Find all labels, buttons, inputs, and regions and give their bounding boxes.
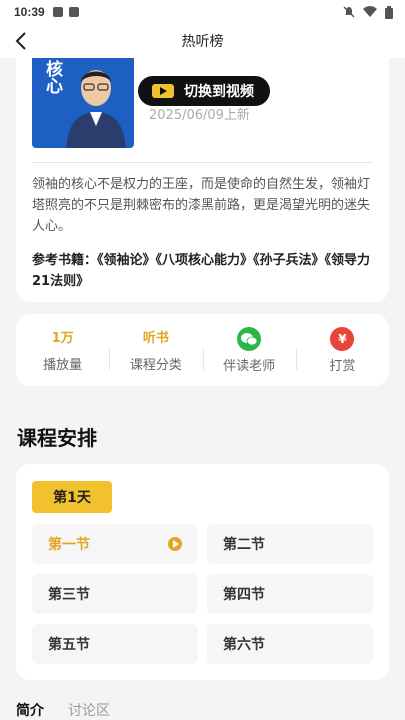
tab-intro[interactable]: 简介 [16,700,44,720]
video-icon [152,84,174,98]
lesson-4[interactable]: 第四节 [207,574,373,614]
status-time: 10:39 [14,5,45,19]
chevron-left-icon [15,32,26,50]
reference-books: 参考书籍：《领袖论》《八项核心能力》《孙子兵法》《领导力21法则》 [32,253,371,289]
release-date: 2025/06/09上新 [149,108,250,123]
lesson-label: 第二节 [223,537,265,553]
switch-to-video-label: 切换到视频 [184,84,254,100]
status-bar: 10:39 [0,0,405,24]
app-notification-icon [68,7,79,17]
lesson-6[interactable]: 第六节 [207,624,373,664]
lesson-label: 第五节 [48,637,90,653]
nav-bar: 热听榜 [0,24,405,58]
tab-discussion[interactable]: 讨论区 [68,700,110,720]
course-description: 领袖的核心不是权力的王座，而是使命的自然生发，领袖灯塔照亮的不只是荆棘密布的漆黑… [32,177,371,234]
play-icon [168,537,182,551]
divider [32,162,373,163]
stat-reward[interactable]: ¥ 打赏 [295,314,389,386]
lesson-label: 第四节 [223,587,265,603]
battery-icon [385,5,393,19]
play-count-value: 1万 [51,330,74,346]
presenter-photo [66,70,126,148]
lesson-label: 第一节 [48,537,90,553]
course-info-card: 核心 切换到视频 2025/06/09上新 领袖的核心不是权力的王座，而是使命的… [16,58,389,302]
reward-label: 打赏 [329,358,356,374]
stat-category[interactable]: 听书 课程分类 [109,314,202,386]
lesson-label: 第三节 [48,587,90,603]
lesson-label: 第六节 [223,637,265,653]
course-cover-image[interactable]: 核心 [32,58,134,148]
day-tab[interactable]: 第1天 [32,481,112,513]
page-title: 热听榜 [181,34,224,50]
mute-icon [343,6,355,18]
lesson-1[interactable]: 第一节 [32,524,198,564]
lesson-5[interactable]: 第五节 [32,624,198,664]
lesson-3[interactable]: 第三节 [32,574,198,614]
switch-to-video-button[interactable]: 切换到视频 [138,76,270,106]
schedule-card: 第1天 第一节 第二节 第三节 第四节 第五节 第六节 [16,464,389,680]
wechat-icon [237,326,262,351]
schedule-heading: 课程安排 [17,426,97,450]
category-value: 听书 [142,330,169,346]
content-tabs: 简介 讨论区 [16,700,110,720]
category-label: 课程分类 [129,357,182,373]
money-bag-icon: ¥ [330,326,355,351]
cover-text: 核心 [42,60,62,94]
back-button[interactable] [10,30,32,52]
play-count-label: 播放量 [43,357,83,373]
reading-teacher-label: 伴读老师 [223,358,276,374]
wifi-icon [363,6,377,17]
stat-reading-teacher[interactable]: 伴读老师 [202,314,296,386]
lesson-2[interactable]: 第二节 [207,524,373,564]
course-stats-card: 1万 播放量 听书 课程分类 伴读老师 ¥ 打赏 [16,314,389,386]
gallery-icon [52,7,63,17]
stat-play-count: 1万 播放量 [16,314,109,386]
